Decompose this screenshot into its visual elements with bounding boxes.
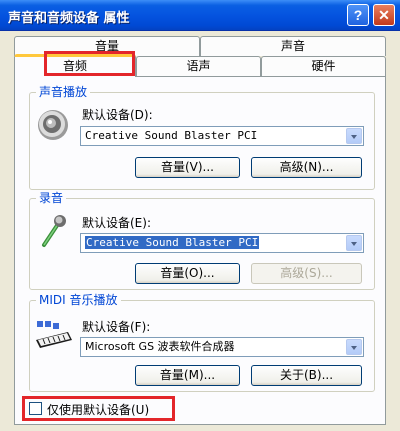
microphone-icon xyxy=(36,212,70,248)
midi-device-select[interactable]: Microsoft GS 波表软件合成器 xyxy=(80,337,364,357)
midi-about-button[interactable]: 关于(B)... xyxy=(251,365,362,386)
close-button[interactable]: ✕ xyxy=(373,4,395,26)
playback-advanced-button[interactable]: 高级(N)... xyxy=(251,157,362,178)
playback-device-select[interactable]: Creative Sound Blaster PCI xyxy=(80,126,364,146)
audio-tab-highlight xyxy=(44,51,135,76)
tab-sounds-label: 声音 xyxy=(280,39,305,53)
playback-device-value: Creative Sound Blaster PCI xyxy=(85,129,258,142)
recording-advanced-button: 高级(S)... xyxy=(251,263,362,284)
default-only-highlight xyxy=(22,396,175,421)
chevron-down-icon[interactable] xyxy=(346,128,362,144)
title-bar[interactable]: 声音和音频设备 属性 ? ✕ xyxy=(0,0,400,31)
help-button[interactable]: ? xyxy=(347,4,369,26)
recording-volume-button[interactable]: 音量(O)... xyxy=(135,263,240,284)
tab-voice-label: 语声 xyxy=(186,59,211,73)
properties-dialog: 声音和音频设备 属性 ? ✕ 音量 声音 音频 语声 硬件 声音播放 默认设备(… xyxy=(0,0,400,431)
chevron-down-icon[interactable] xyxy=(346,235,362,251)
speaker-icon xyxy=(36,108,70,142)
tab-sounds[interactable]: 声音 xyxy=(200,36,386,56)
tab-hardware[interactable]: 硬件 xyxy=(261,56,386,76)
chevron-down-icon[interactable] xyxy=(346,339,362,355)
midi-device-value: Microsoft GS 波表软件合成器 xyxy=(85,340,235,353)
midi-default-device-label: 默认设备(F): xyxy=(82,320,151,334)
playback-volume-button[interactable]: 音量(V)... xyxy=(135,157,240,178)
playback-default-device-label: 默认设备(D): xyxy=(82,108,153,122)
recording-device-value: Creative Sound Blaster PCI xyxy=(85,236,260,249)
midi-group-title: MIDI 音乐播放 xyxy=(36,293,121,307)
recording-group-title: 录音 xyxy=(36,191,67,205)
window-title: 声音和音频设备 属性 xyxy=(8,11,130,26)
midi-volume-button[interactable]: 音量(M)... xyxy=(135,365,240,386)
tab-hardware-label: 硬件 xyxy=(311,59,336,73)
midi-keyboard-icon xyxy=(34,318,74,354)
recording-device-select[interactable]: Creative Sound Blaster PCI xyxy=(80,233,364,253)
recording-default-device-label: 默认设备(E): xyxy=(82,216,151,230)
playback-group-title: 声音播放 xyxy=(36,85,91,99)
tab-voice[interactable]: 语声 xyxy=(136,56,261,76)
